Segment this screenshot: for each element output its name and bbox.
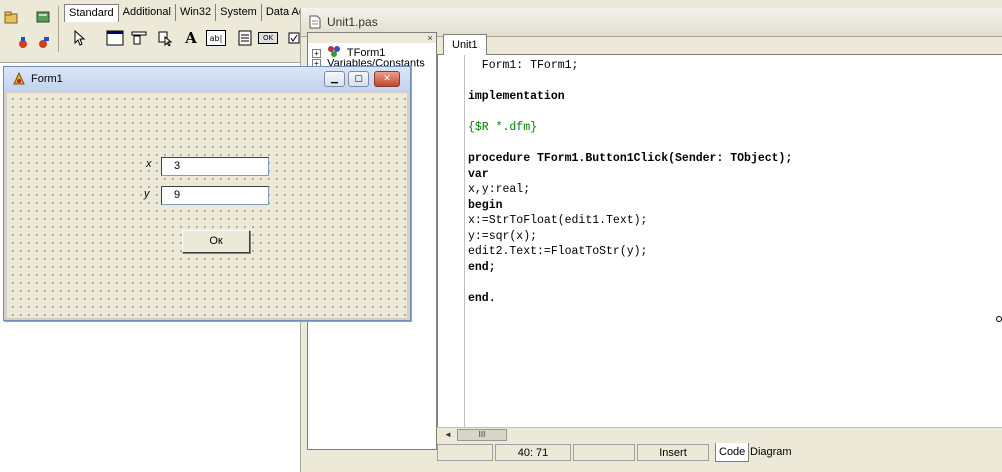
editor-status-bar: 40: 71 Insert Code Diagram (437, 443, 1002, 463)
code-line[interactable] (468, 136, 792, 152)
code-line[interactable]: {$R *.dfm} (468, 120, 792, 136)
tab-unit1[interactable]: Unit1 (443, 34, 487, 56)
ok-button[interactable]: Ок (182, 230, 250, 253)
main-menu-icon[interactable] (128, 27, 150, 49)
editor-tabs: Unit1 (437, 32, 1002, 56)
editor-title: Unit1.pas (327, 15, 378, 29)
minimize-button[interactable]: ▁ (324, 71, 345, 87)
code-line[interactable] (468, 275, 792, 291)
palette-tab-additional[interactable]: Additional (119, 4, 176, 21)
delphi-app-icon (12, 71, 26, 86)
code-line[interactable]: procedure TForm1.Button1Click(Sender: TO… (468, 151, 792, 167)
edit-component-icon[interactable]: ab| (206, 30, 226, 46)
code-line[interactable]: implementation (468, 89, 792, 105)
label-y: y (143, 188, 151, 200)
tree-item-label: TForm1 (346, 46, 386, 59)
tree-item-tform1[interactable]: + TForm1 (312, 45, 385, 59)
label-x: x (145, 158, 153, 170)
code-line[interactable]: var (468, 167, 792, 183)
code-editor[interactable]: Form1: TForm1; implementation {$R *.dfm} pr… (437, 55, 1002, 427)
component-palette-tabs: Standard Additional Win32 System Data Ac… (64, 4, 320, 22)
component-book-icon[interactable] (34, 8, 52, 26)
tab-code[interactable]: Code (715, 443, 750, 462)
horizontal-scrollbar[interactable]: ◄ III (437, 427, 1002, 443)
code-line[interactable]: end. (468, 291, 792, 307)
code-lines: Form1: TForm1; implementation {$R *.dfm} pr… (468, 58, 792, 306)
palette-tab-system[interactable]: System (216, 4, 262, 21)
run-icon[interactable] (14, 34, 32, 52)
form-title-bar[interactable]: Form1 ▁ ▢ ✕ (4, 67, 410, 92)
form1-window: Form1 ▁ ▢ ✕ x 3 y 9 Ок (3, 66, 411, 321)
expand-icon[interactable]: + (312, 48, 321, 58)
code-line[interactable]: x:=StrToFloat(edit1.Text); (468, 213, 792, 229)
edit2-field[interactable]: 9 (161, 186, 269, 205)
memo-component-icon[interactable] (234, 27, 256, 49)
explorer-header: × (308, 33, 436, 43)
button-component-icon[interactable]: OK (258, 32, 278, 44)
palette-tab-standard[interactable]: Standard (64, 4, 119, 22)
form-title: Form1 (31, 73, 63, 85)
status-cursor-position: 40: 71 (495, 444, 571, 461)
status-insert-mode: Insert (637, 444, 709, 461)
code-line[interactable]: y:=sqr(x); (468, 229, 792, 245)
pointer-arrow-icon[interactable] (68, 27, 90, 49)
maximize-button[interactable]: ▢ (348, 71, 369, 87)
code-line[interactable]: begin (468, 198, 792, 214)
scroll-thumb[interactable]: III (457, 429, 507, 441)
code-line[interactable]: x,y:real; (468, 182, 792, 198)
document-icon (309, 15, 321, 29)
code-line[interactable] (468, 105, 792, 121)
palette-tab-win32[interactable]: Win32 (176, 4, 217, 21)
pause-icon[interactable] (34, 34, 52, 52)
close-icon[interactable]: × (426, 34, 434, 43)
mouse-cursor-icon (996, 316, 1002, 322)
editor-gutter (438, 55, 465, 427)
edit1-field[interactable]: 3 (161, 157, 269, 176)
scroll-left-icon[interactable]: ◄ (443, 430, 453, 440)
popup-menu-icon[interactable] (154, 27, 176, 49)
code-line[interactable] (468, 74, 792, 90)
label-component-icon[interactable]: A (180, 27, 202, 49)
frame-component-icon[interactable] (104, 27, 126, 49)
open-project-icon[interactable] (2, 8, 20, 26)
form-client-area[interactable]: x 3 y 9 Ок (7, 93, 407, 318)
tab-diagram[interactable]: Diagram (747, 443, 795, 461)
status-modified (437, 444, 493, 461)
close-button[interactable]: ✕ (374, 71, 400, 87)
code-line[interactable]: edit2.Text:=FloatToStr(y); (468, 244, 792, 260)
status-empty (573, 444, 635, 461)
toolbar-separator (58, 6, 59, 52)
code-line[interactable]: end; (468, 260, 792, 276)
code-line[interactable]: Form1: TForm1; (468, 58, 792, 74)
